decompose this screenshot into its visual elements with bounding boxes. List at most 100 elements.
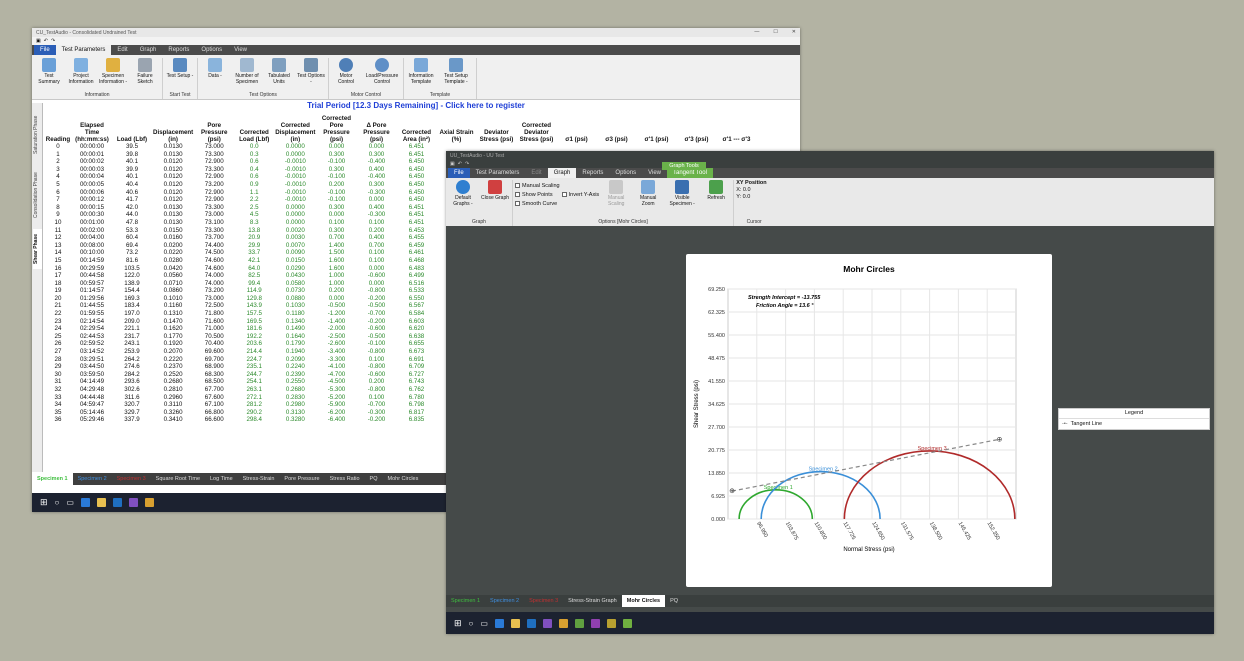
tab-specimen-1[interactable]: Specimen 1: [32, 473, 73, 485]
tab-consolidation-phase[interactable]: Consolidation Phase: [33, 165, 42, 225]
task-view-icon[interactable]: ▭: [66, 498, 74, 507]
windows-start-icon[interactable]: ⊞: [454, 618, 462, 629]
app-green-icon[interactable]: [574, 618, 584, 628]
menu-file[interactable]: File: [448, 168, 470, 178]
edge-icon[interactable]: [80, 498, 90, 507]
test-options-button[interactable]: Test Options -: [296, 58, 326, 92]
tab-specimen-2[interactable]: Specimen 2: [485, 595, 524, 607]
menu-graph[interactable]: Graph: [547, 168, 577, 178]
smooth-curve-checkbox[interactable]: Smooth Curve: [515, 199, 560, 208]
table-cell: 209.0: [124, 317, 140, 325]
tab-saturation-phase[interactable]: Saturation Phase: [33, 109, 42, 161]
menu-edit[interactable]: Edit: [111, 45, 133, 55]
table-cell: 69.600: [204, 348, 224, 356]
menu-graph[interactable]: Graph: [134, 45, 163, 55]
app-purple-icon[interactable]: [590, 618, 600, 628]
table-cell: 224.7: [246, 355, 262, 363]
tab-specimen-3[interactable]: Specimen 3: [524, 595, 563, 607]
redo-icon[interactable]: ↷: [465, 161, 469, 167]
menu-file[interactable]: File: [34, 45, 56, 55]
show-points-checkbox[interactable]: Show Points: [515, 190, 560, 199]
search-icon[interactable]: ○: [469, 619, 474, 628]
app-icon[interactable]: [558, 618, 568, 628]
test-setup-button[interactable]: Test Setup -: [165, 58, 195, 92]
tab-pore-pressure[interactable]: Pore Pressure: [279, 473, 324, 485]
visual-studio-icon[interactable]: [128, 498, 138, 507]
close-icon[interactable]: ✕: [792, 29, 796, 35]
load-pressure-control-button[interactable]: Load/Pressure Control: [363, 58, 401, 92]
menu-edit[interactable]: Edit: [525, 168, 547, 178]
save-icon[interactable]: ▣: [36, 38, 41, 44]
project-information-button[interactable]: Project Information: [66, 58, 96, 92]
visible-specimen-button[interactable]: Visible Specimen -: [665, 180, 699, 219]
graph-ribbon: Default Graphs - Close Graph Graph Manua…: [446, 178, 1214, 226]
menu-bar: File Test Parameters Edit Graph Reports …: [446, 168, 1214, 178]
tab-stress-ratio[interactable]: Stress Ratio: [325, 473, 365, 485]
tabulated-units-button[interactable]: Tabulated Units: [264, 58, 294, 92]
maximize-icon[interactable]: ☐: [773, 29, 777, 35]
test-summary-button[interactable]: Test Summary: [34, 58, 64, 92]
tab-pq[interactable]: PQ: [665, 595, 683, 607]
menu-options[interactable]: Options: [195, 45, 228, 55]
tab-specimen-1[interactable]: Specimen 1: [446, 595, 485, 607]
edge-icon[interactable]: [494, 618, 504, 628]
tab-mohr-circles[interactable]: Mohr Circles: [621, 595, 666, 607]
default-graphs-button[interactable]: Default Graphs -: [448, 180, 478, 219]
invert-y-axis-checkbox[interactable]: Invert Y-Axis: [561, 190, 599, 199]
menu-options[interactable]: Options: [609, 168, 642, 178]
tab-square-root-time[interactable]: Square Root Time: [151, 473, 205, 485]
table-cell: 0.2550: [285, 378, 305, 386]
tab-pq[interactable]: PQ: [365, 473, 383, 485]
task-view-icon[interactable]: ▭: [480, 619, 488, 628]
menu-test-parameters[interactable]: Test Parameters: [470, 168, 526, 178]
y-tick-label: 27.700: [708, 425, 725, 431]
motor-control-button[interactable]: Motor Control: [331, 58, 361, 92]
tab-specimen-2[interactable]: Specimen 2: [73, 473, 112, 485]
information-template-button[interactable]: Information Template: [406, 58, 436, 92]
table-row[interactable]: 0 00:00:00 39.5 0.0130 73.000 0.0 0.0000 0.000 0…: [44, 143, 756, 151]
table-cell: -0.100: [327, 188, 346, 196]
menu-reports[interactable]: Reports: [162, 45, 195, 55]
refresh-button[interactable]: Refresh: [701, 180, 731, 219]
table-cell: 04:29:48: [79, 386, 105, 393]
test-setup-template-button[interactable]: Test Setup Template -: [438, 58, 474, 92]
trial-register-link[interactable]: Trial Period [12.3 Days Remaining] - Cli…: [32, 100, 800, 112]
save-icon[interactable]: ▣: [450, 161, 455, 167]
redo-icon[interactable]: ↷: [51, 38, 55, 44]
menu-reports[interactable]: Reports: [576, 168, 609, 178]
specimen-information-button[interactable]: Specimen Information -: [98, 58, 128, 92]
tab-specimen-3[interactable]: Specimen 3: [112, 473, 151, 485]
folder-icon[interactable]: [96, 498, 106, 507]
search-icon[interactable]: ○: [55, 498, 60, 507]
tab-mohr-circles[interactable]: Mohr Circles: [383, 473, 424, 485]
app-icon[interactable]: [144, 498, 154, 507]
table-cell: 82.5: [248, 272, 261, 280]
outlook-icon[interactable]: [526, 618, 536, 628]
menu-test-parameters[interactable]: Test Parameters: [55, 45, 112, 55]
data-button[interactable]: Data -: [200, 58, 230, 92]
app-lime-icon[interactable]: [622, 618, 632, 628]
friction-angle-annotation: Friction Angle = 13.6 °: [756, 303, 814, 309]
visual-studio-icon[interactable]: [542, 618, 552, 628]
menu-view[interactable]: View: [228, 45, 253, 55]
app-yellow-icon[interactable]: [606, 618, 616, 628]
undo-icon[interactable]: ↶: [44, 38, 48, 44]
tab-shear-phase[interactable]: Shear Phase: [33, 229, 42, 269]
minimize-icon[interactable]: —: [754, 29, 759, 35]
close-graph-button[interactable]: Close Graph: [480, 180, 510, 219]
windows-start-icon[interactable]: ⊞: [40, 497, 48, 508]
manual-scaling-button[interactable]: Manual Scaling: [601, 180, 631, 219]
manual-zoom-button[interactable]: Manual Zoom: [633, 180, 663, 219]
folder-icon[interactable]: [510, 618, 520, 628]
tab-log-time[interactable]: Log Time: [205, 473, 238, 485]
manual-scaling-checkbox[interactable]: Manual Scaling: [515, 181, 560, 190]
number-of-specimen-button[interactable]: Number of Specimen: [232, 58, 262, 92]
failure-sketch-button[interactable]: Failure Sketch: [130, 58, 160, 92]
tab-stress-strain[interactable]: Stress-Strain: [238, 473, 280, 485]
tab-stress-strain-graph[interactable]: Stress-Strain Graph: [563, 595, 622, 607]
table-cell: 0.3110: [163, 401, 183, 409]
outlook-icon[interactable]: [112, 498, 122, 507]
table-cell: 0.300: [328, 150, 345, 158]
table-cell: 23: [54, 317, 62, 325]
undo-icon[interactable]: ↶: [458, 161, 462, 167]
